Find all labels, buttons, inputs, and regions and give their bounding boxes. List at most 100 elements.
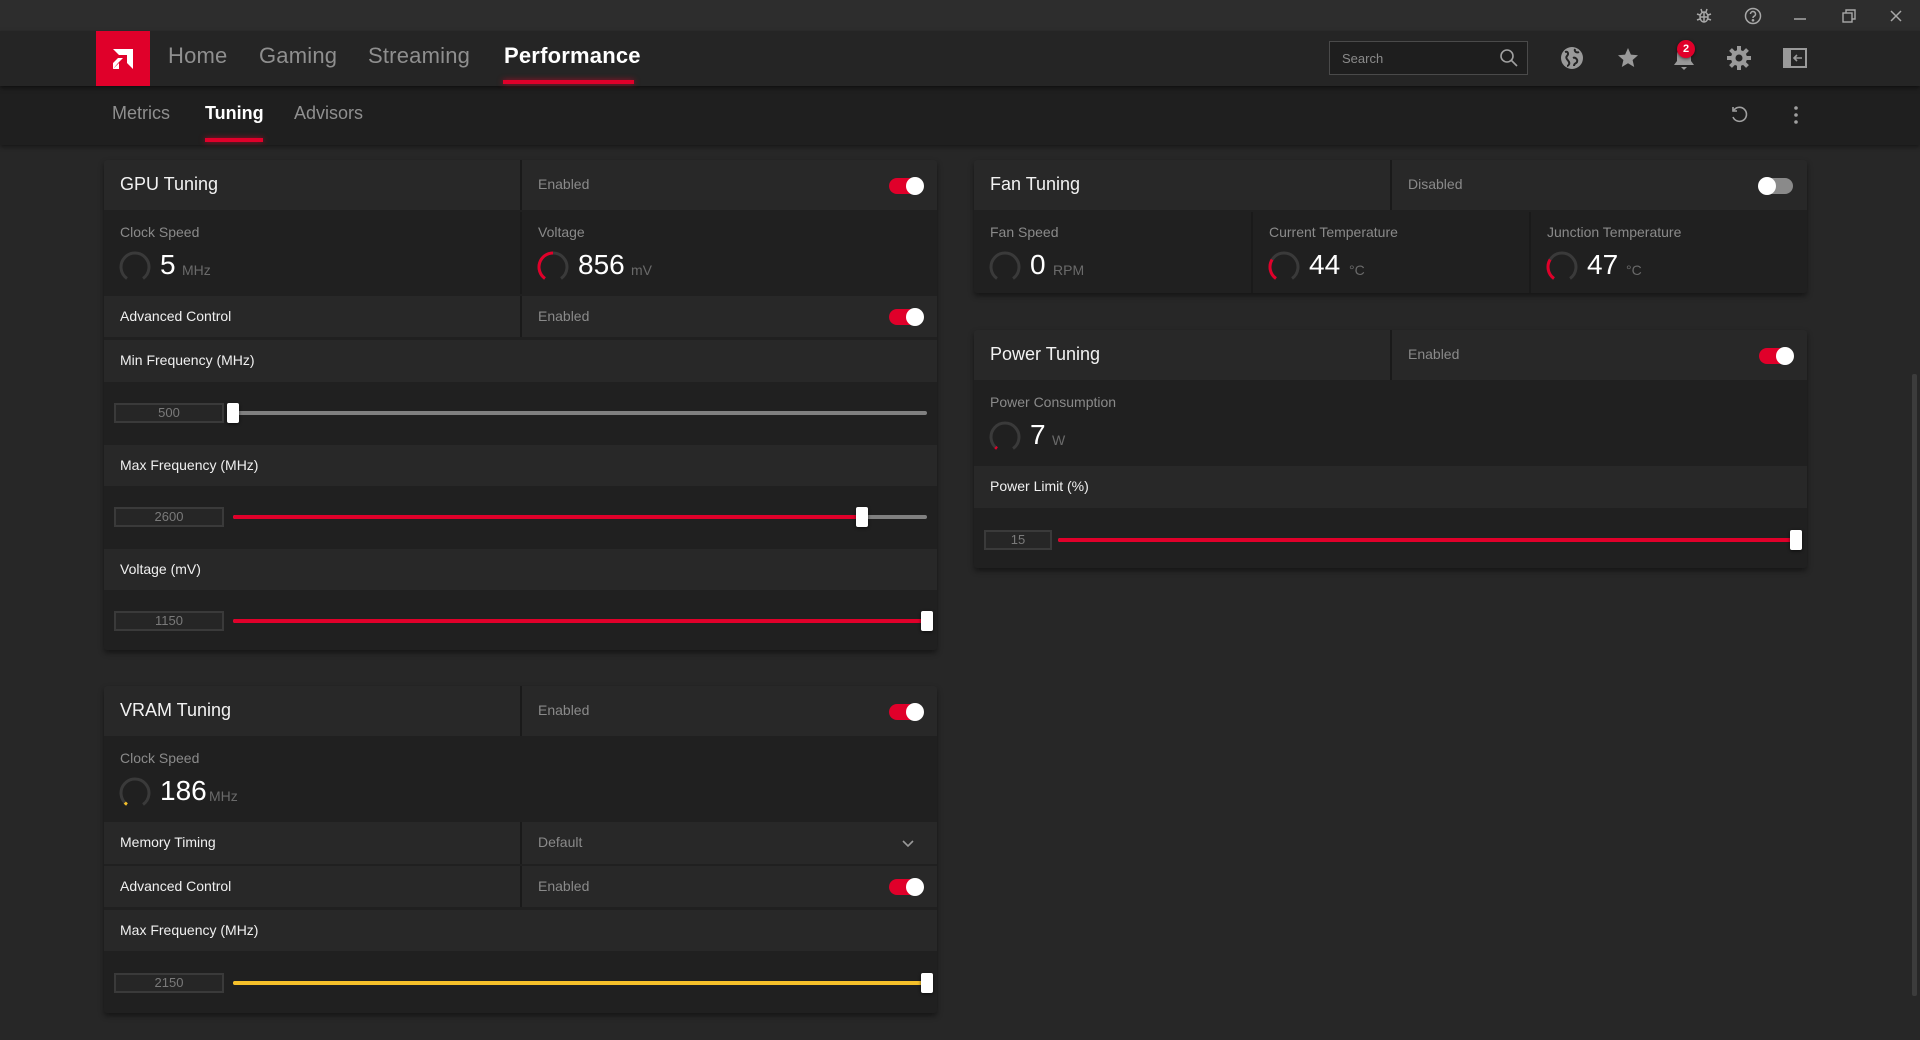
vram-max-frequency-label: Max Frequency (MHz) [120,922,259,938]
tab-tuning[interactable]: Tuning [205,103,264,124]
vram-advanced-control-toggle[interactable] [889,878,924,896]
max-frequency-label: Max Frequency (MHz) [120,457,259,473]
slider-thumb[interactable] [227,403,239,423]
nav-active-indicator [503,80,634,84]
close-icon[interactable] [1884,4,1908,28]
power-consumption-unit: W [1052,432,1066,448]
gpu-advanced-control-toggle[interactable] [889,308,924,326]
min-frequency-label: Min Frequency (MHz) [120,352,255,368]
search-input[interactable] [1342,49,1492,67]
max-frequency-slider-row: 2600 [104,488,937,546]
vram-clock-speed-value: 186 [160,775,207,806]
help-icon[interactable] [1741,4,1765,28]
bug-report-icon[interactable] [1692,4,1716,28]
vram-max-frequency-slider[interactable] [233,973,933,993]
gauge-track [989,251,1021,280]
power-limit-slider-row: 15 [974,510,1807,568]
tab-active-indicator [205,138,263,142]
slider-thumb[interactable] [1790,530,1802,550]
vram-advanced-control-status: Enabled [538,878,590,894]
vram-clock-speed-unit: MHz [209,788,238,804]
divider [1390,330,1392,380]
nav-performance[interactable]: Performance [504,43,641,69]
gpu-tuning-title: GPU Tuning [120,174,219,194]
fan-tuning-status: Disabled [1408,176,1463,192]
tab-metrics[interactable]: Metrics [112,103,170,124]
nav-streaming[interactable]: Streaming [368,43,470,69]
power-limit-label: Power Limit (%) [990,478,1089,494]
power-limit-input[interactable]: 15 [984,530,1052,550]
vram-metrics-row: Clock Speed 186 MHz [104,738,937,820]
divider [520,212,522,294]
gauge-fill [1546,258,1555,280]
slider-thumb[interactable] [855,507,868,527]
gpu-tuning-header: GPU Tuning Enabled [104,160,937,210]
minimize-icon[interactable] [1788,4,1812,28]
gpu-advanced-control-status: Enabled [538,308,590,324]
toggle-knob [1758,177,1776,195]
junction-temperature-value: 47 [1587,249,1619,280]
nav-gaming[interactable]: Gaming [259,43,337,69]
divider [1390,160,1392,210]
gauge-fill [123,801,128,806]
power-tuning-toggle[interactable] [1759,347,1794,365]
vram-max-frequency-input[interactable]: 2150 [114,973,224,993]
fan-tuning-card: Fan Tuning Disabled Fan Speed 0 RPM Curr… [974,160,1807,293]
gauge-track [1546,251,1578,280]
gpu-voltage-gauge [537,251,569,280]
amd-logo[interactable] [96,31,150,86]
reset-icon[interactable] [1726,102,1752,128]
slider-thumb[interactable] [921,973,933,993]
gauge-track [989,421,1021,450]
fan-tuning-toggle[interactable] [1758,177,1793,195]
gear-icon[interactable] [1724,43,1754,73]
power-limit-slider[interactable] [1058,530,1802,550]
slider-fill [1058,538,1796,542]
search-box[interactable] [1329,41,1528,75]
min-frequency-slider[interactable] [227,403,927,423]
power-consumption-value: 7 [1030,419,1046,450]
min-frequency-input[interactable]: 500 [114,403,224,423]
fan-speed-label: Fan Speed [990,224,1059,240]
fan-metrics-row: Fan Speed 0 RPM Current Temperature 44 °… [974,212,1807,293]
voltage-header: Voltage (mV) [104,549,937,590]
vram-advanced-control-row: Advanced Control Enabled [104,866,937,907]
divider [520,866,522,907]
max-frequency-slider[interactable] [233,507,927,527]
fan-speed-gauge [989,251,1021,280]
gauge-track [1268,251,1300,280]
more-options-icon[interactable] [1783,102,1809,128]
power-tuning-status: Enabled [1408,346,1460,362]
sidebar-toggle-icon[interactable] [1780,43,1810,73]
max-frequency-input[interactable]: 2600 [114,507,224,527]
vram-tuning-header: VRAM Tuning Enabled [104,686,937,736]
vram-clock-gauge [119,777,151,806]
gpu-clock-gauge [119,251,151,280]
toggle-knob [906,308,924,326]
gpu-advanced-control-label: Advanced Control [120,308,232,324]
gauge-track [119,251,151,280]
divider [1251,212,1253,293]
vram-clock-speed-label: Clock Speed [120,750,200,766]
chevron-down-icon[interactable] [900,836,916,852]
power-consumption-gauge [989,421,1021,450]
vram-max-frequency-header: Max Frequency (MHz) [104,910,937,951]
gauge-fill [537,251,554,280]
memory-timing-select[interactable]: Default [538,834,582,850]
gpu-tuning-toggle[interactable] [889,177,924,195]
star-icon[interactable] [1613,43,1643,73]
vram-tuning-toggle[interactable] [889,703,924,721]
voltage-input[interactable]: 1150 [114,611,224,631]
search-icon[interactable] [1499,48,1519,68]
gpu-tuning-status: Enabled [538,176,590,192]
scrollbar[interactable] [1912,374,1917,996]
vram-advanced-control-label: Advanced Control [120,878,232,894]
restore-icon[interactable] [1837,4,1861,28]
slider-thumb[interactable] [921,611,933,631]
gauge-track [119,777,151,806]
gpu-tuning-card: GPU Tuning Enabled Clock Speed 5 MHz Vol… [104,160,937,650]
voltage-slider[interactable] [233,611,933,631]
globe-icon[interactable] [1557,43,1587,73]
nav-home[interactable]: Home [168,43,228,69]
tab-advisors[interactable]: Advisors [294,103,363,124]
